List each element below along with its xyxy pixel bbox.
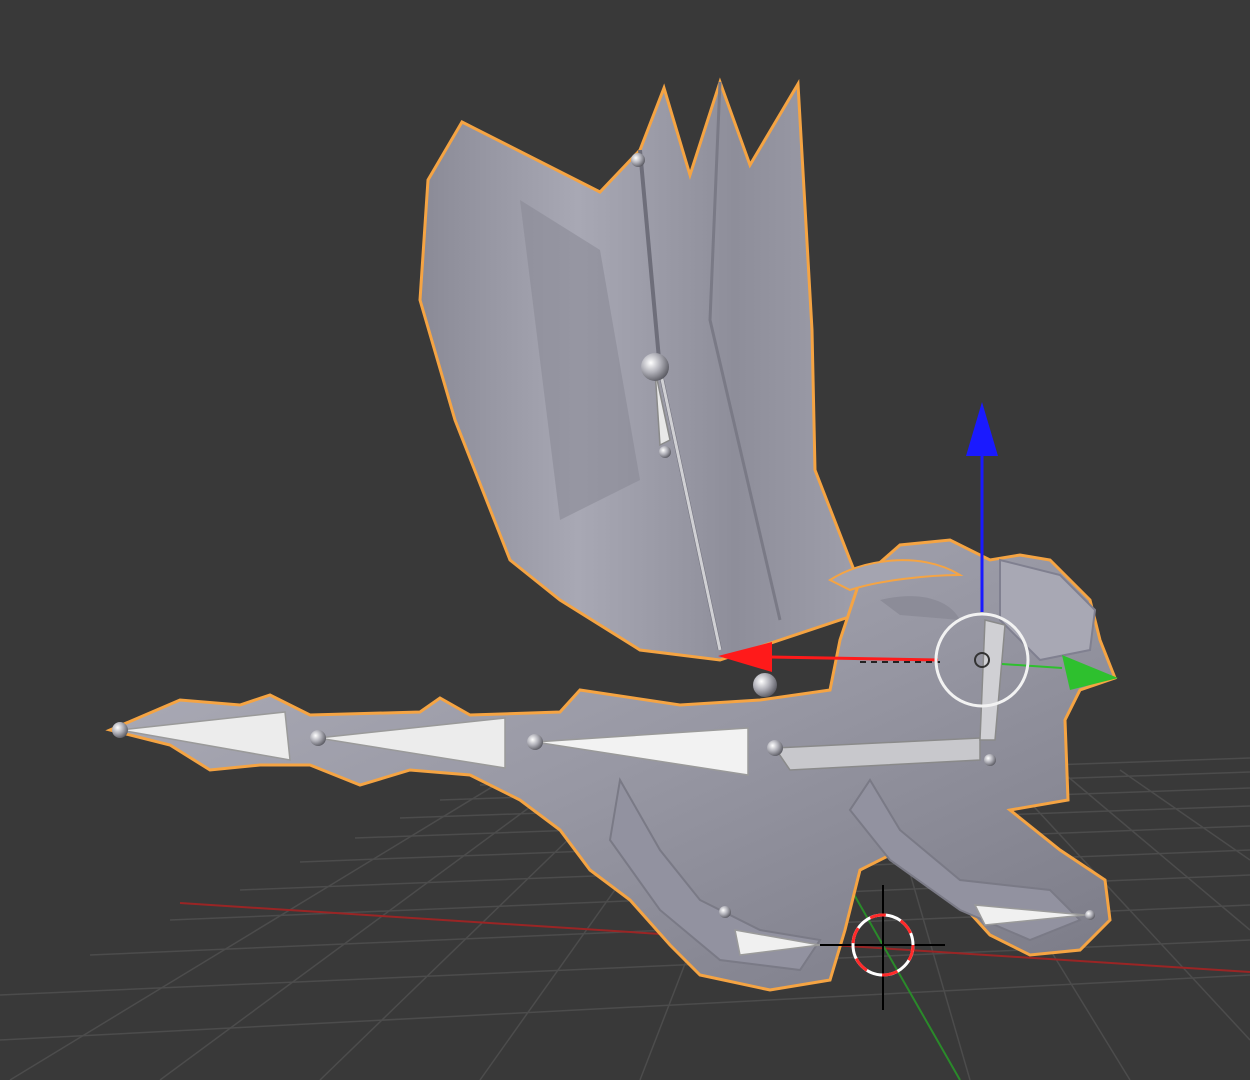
- bone-joint[interactable]: [1085, 910, 1095, 920]
- bone-joint[interactable]: [719, 906, 731, 918]
- gizmo-z-arrow[interactable]: [966, 402, 998, 456]
- bone-joint[interactable]: [641, 353, 669, 381]
- viewport-canvas[interactable]: [0, 0, 1250, 1080]
- bone-joint[interactable]: [767, 740, 783, 756]
- bone-joint[interactable]: [310, 730, 326, 746]
- bone-joint[interactable]: [527, 734, 543, 750]
- bone-joint[interactable]: [112, 722, 128, 738]
- bone-joint[interactable]: [659, 446, 671, 458]
- bone-joint[interactable]: [631, 153, 645, 167]
- bone-joint[interactable]: [753, 673, 777, 697]
- bone-joint[interactable]: [984, 754, 996, 766]
- dragon-mesh[interactable]: [105, 77, 1117, 992]
- 3d-viewport[interactable]: [0, 0, 1250, 1080]
